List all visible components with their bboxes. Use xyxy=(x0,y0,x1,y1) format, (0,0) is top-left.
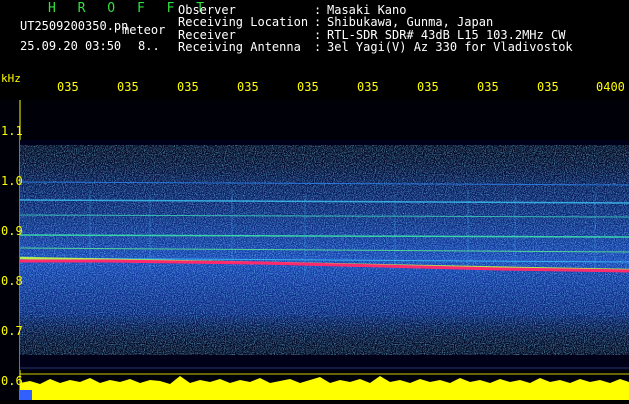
info-separator: : xyxy=(314,15,322,30)
time-tick-label: 035 xyxy=(357,80,379,94)
time-tick-label: 035 xyxy=(117,80,139,94)
filename-label: UT2509200350.pn xyxy=(20,19,129,33)
freq-tick-label: 0.8 xyxy=(1,274,23,288)
info-separators: : : : : xyxy=(314,4,321,53)
freq-tick-label: 0.9 xyxy=(1,224,23,238)
info-labels: Observer Receiving Location Receiver Rec… xyxy=(178,4,308,53)
freq-tick-label: 0.6 xyxy=(1,374,23,388)
info-value-location: Shibukawa, Gunma, Japan xyxy=(327,15,494,30)
timestamp-label: 25.09.20 03:50 xyxy=(20,39,122,53)
filename-tail-label: meteor xyxy=(122,23,166,37)
freq-tick-label: 0.7 xyxy=(1,324,23,338)
time-tick-label: 035 xyxy=(177,80,199,94)
time-tick-label: 035 xyxy=(57,80,79,94)
info-label-antenna: Receiving Antenna xyxy=(178,39,301,54)
info-separator: : xyxy=(314,39,322,54)
time-tick-label: 035 xyxy=(237,80,259,94)
freq-tick-label: 1.0 xyxy=(1,174,23,188)
time-axis: 035 035 035 035 035 035 035 035 035 0400 xyxy=(0,80,629,98)
time-tick-label: 035 xyxy=(477,80,499,94)
time-tick-label: 035 xyxy=(537,80,559,94)
spectrogram-panel: 1.1 1.0 0.9 0.8 0.7 0.6 xyxy=(0,100,629,400)
time-tick-label: 035 xyxy=(417,80,439,94)
spectrogram-svg xyxy=(0,100,629,400)
info-label-location: Receiving Location xyxy=(178,15,309,30)
freq-tick-label: 1.1 xyxy=(1,124,23,138)
activity-marker xyxy=(20,390,32,400)
info-values: Masaki Kano Shibukawa, Gunma, Japan RTL-… xyxy=(327,4,573,53)
time-tick-label: 035 xyxy=(297,80,319,94)
time-tick-label: 0400 xyxy=(596,80,625,94)
header-panel: H R O F F T UT2509200350.pn meteor 25.09… xyxy=(0,0,629,70)
count-label: 8.. xyxy=(138,39,160,53)
info-value-antenna: 3el Yagi(V) Az 330 for Vladivostok xyxy=(327,39,573,54)
